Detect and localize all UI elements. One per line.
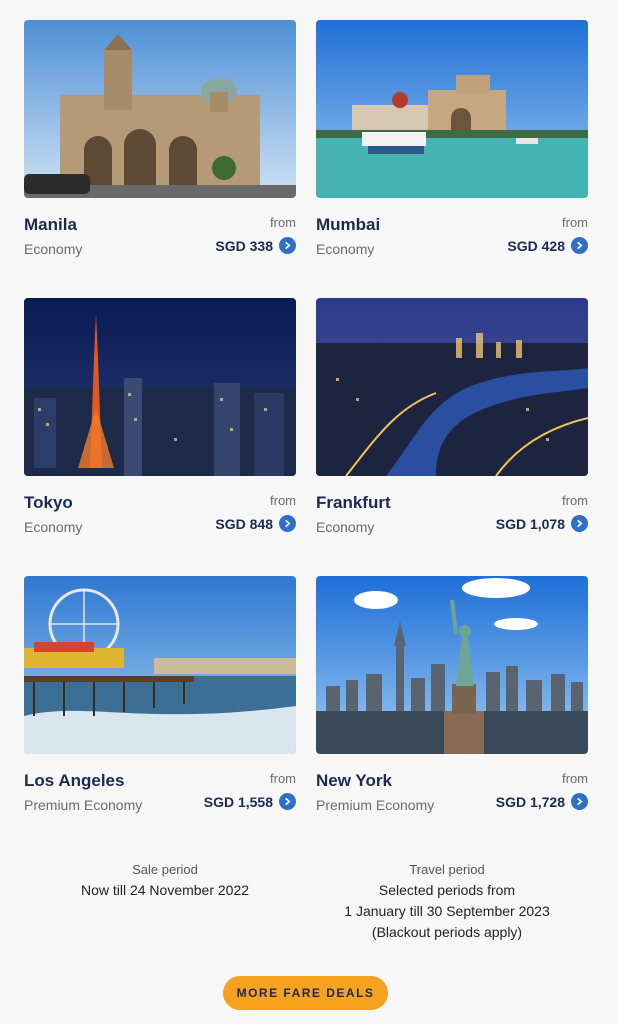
card-info: Los Angeles Premium Economy from SGD 1,5…: [24, 771, 296, 813]
travel-period-line3: (Blackout periods apply): [371, 924, 523, 940]
travel-period: Travel period Selected periods from 1 Ja…: [306, 860, 588, 943]
destination-card-frankfurt[interactable]: Frankfurt Economy from SGD 1,078: [316, 298, 588, 535]
card-info: Frankfurt Economy from SGD 1,078: [316, 493, 588, 535]
city-name: Mumbai: [316, 215, 381, 234]
from-label: from: [270, 215, 296, 230]
card-info: Mumbai Economy from SGD 428: [316, 215, 588, 257]
fare-price[interactable]: SGD 1,078: [496, 516, 565, 532]
destination-card-manila[interactable]: Manila Economy from SGD 338: [24, 20, 296, 257]
destination-card-mumbai[interactable]: Mumbai Economy from SGD 428: [316, 20, 588, 257]
chevron-right-icon[interactable]: [279, 515, 296, 532]
price-link[interactable]: SGD 428: [507, 237, 588, 254]
fare-price[interactable]: SGD 1,728: [496, 794, 565, 810]
chevron-right-icon[interactable]: [571, 237, 588, 254]
card-info: New York Premium Economy from SGD 1,728: [316, 771, 588, 813]
city-name: Frankfurt: [316, 493, 391, 512]
los-angeles-photo[interactable]: [24, 576, 296, 754]
destination-card-tokyo[interactable]: Tokyo Economy from SGD 848: [24, 298, 296, 535]
cabin-class: Economy: [316, 241, 375, 257]
cabin-class: Premium Economy: [24, 797, 143, 813]
city-name: Los Angeles: [24, 771, 125, 790]
fare-price[interactable]: SGD 1,558: [204, 794, 273, 810]
card-info: Tokyo Economy from SGD 848: [24, 493, 296, 535]
cabin-class: Economy: [316, 519, 375, 535]
city-name: Manila: [24, 215, 77, 234]
destination-row: Manila Economy from SGD 338 Mumbai Econo…: [24, 20, 588, 257]
travel-period-line1: Selected periods from: [378, 882, 516, 898]
price-link[interactable]: SGD 1,558: [204, 793, 296, 810]
chevron-right-icon[interactable]: [571, 793, 588, 810]
travel-period-label: Travel period: [409, 862, 485, 877]
card-info: Manila Economy from SGD 338: [24, 215, 296, 257]
sale-period-text: Now till 24 November 2022: [80, 882, 250, 898]
from-label: from: [562, 215, 588, 230]
cabin-class: Premium Economy: [316, 797, 435, 813]
cabin-class: Economy: [24, 519, 83, 535]
fare-price[interactable]: SGD 428: [507, 238, 565, 254]
chevron-right-icon[interactable]: [279, 237, 296, 254]
manila-photo[interactable]: [24, 20, 296, 198]
destination-row: Los Angeles Premium Economy from SGD 1,5…: [24, 576, 588, 813]
period-info: Sale period Now till 24 November 2022 Tr…: [24, 860, 588, 943]
price-link[interactable]: SGD 848: [215, 515, 296, 532]
fare-price[interactable]: SGD 338: [215, 238, 273, 254]
sale-period-label: Sale period: [132, 862, 198, 877]
frankfurt-photo[interactable]: [316, 298, 588, 476]
tokyo-photo[interactable]: [24, 298, 296, 476]
from-label: from: [562, 771, 588, 786]
from-label: from: [562, 493, 588, 508]
price-link[interactable]: SGD 338: [215, 237, 296, 254]
fare-price[interactable]: SGD 848: [215, 516, 273, 532]
city-name: Tokyo: [24, 493, 73, 512]
destination-row: Tokyo Economy from SGD 848 Frankfurt Eco…: [24, 298, 588, 535]
chevron-right-icon[interactable]: [279, 793, 296, 810]
price-link[interactable]: SGD 1,078: [496, 515, 588, 532]
travel-period-line2: 1 January till 30 September 2023: [344, 903, 550, 919]
city-name: New York: [316, 771, 392, 790]
chevron-right-icon[interactable]: [571, 515, 588, 532]
sale-period: Sale period Now till 24 November 2022: [24, 860, 306, 943]
from-label: from: [270, 493, 296, 508]
mumbai-photo[interactable]: [316, 20, 588, 198]
cabin-class: Economy: [24, 241, 83, 257]
new-york-photo[interactable]: [316, 576, 588, 754]
from-label: from: [270, 771, 296, 786]
price-link[interactable]: SGD 1,728: [496, 793, 588, 810]
destination-card-new-york[interactable]: New York Premium Economy from SGD 1,728: [316, 576, 588, 813]
more-fare-deals-button[interactable]: MORE FARE DEALS: [223, 976, 388, 1010]
destination-card-los-angeles[interactable]: Los Angeles Premium Economy from SGD 1,5…: [24, 576, 296, 813]
destination-grid: Manila Economy from SGD 338 Mumbai Econo…: [24, 20, 588, 854]
